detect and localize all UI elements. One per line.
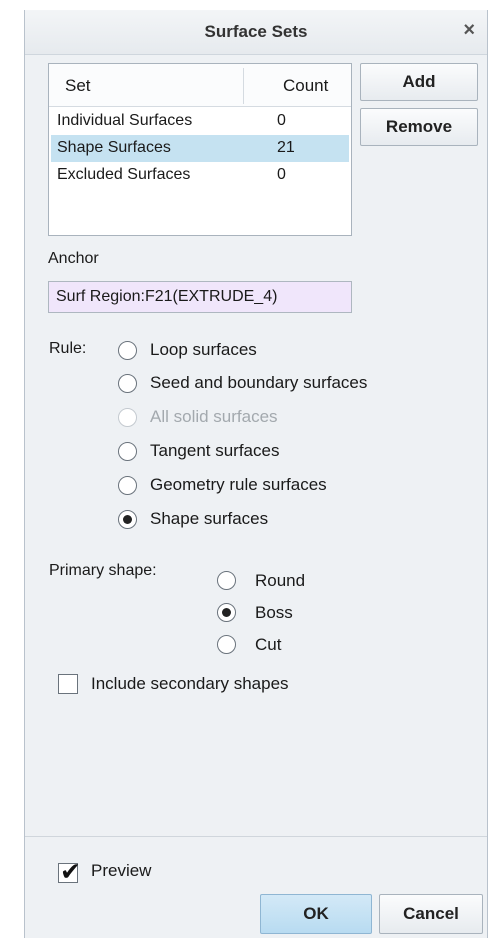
primary-shape-round-radio[interactable] [217,571,236,590]
primary-shape-round-label[interactable]: Round [255,571,305,591]
rule-tangent-label[interactable]: Tangent surfaces [150,441,279,461]
title-bar: Surface Sets × [25,10,487,55]
set-name: Individual Surfaces [57,112,193,129]
anchor-label: Anchor [48,250,99,267]
column-header-set[interactable]: Set [65,76,91,96]
rule-loop-surfaces-radio[interactable] [118,341,137,360]
cancel-button[interactable]: Cancel [379,894,483,934]
rule-all-solid-label: All solid surfaces [150,407,278,426]
primary-shape-boss-radio[interactable] [217,603,236,622]
ok-button[interactable]: OK [260,894,372,934]
preview-checkbox[interactable]: ✔ [58,858,81,886]
include-secondary-checkbox[interactable] [58,674,78,694]
rule-all-solid-radio [118,408,137,427]
anchor-field[interactable]: Surf Region:F21(EXTRUDE_4) [48,281,352,313]
set-name: Excluded Surfaces [57,166,191,183]
rule-geometry-rule-radio[interactable] [118,476,137,495]
set-count: 0 [277,166,286,183]
rule-shape-surfaces-label[interactable]: Shape surfaces [150,509,268,529]
rule-tangent-radio[interactable] [118,442,137,461]
column-divider[interactable] [243,68,244,104]
close-icon[interactable]: × [463,19,475,42]
footer-divider [25,836,487,837]
preview-label[interactable]: Preview [91,861,151,881]
primary-shape-cut-label[interactable]: Cut [255,635,281,655]
include-secondary-label[interactable]: Include secondary shapes [91,674,289,694]
add-button[interactable]: Add [360,63,478,101]
column-header-count[interactable]: Count [283,76,328,96]
set-count: 21 [277,139,295,156]
primary-shape-cut-radio[interactable] [217,635,236,654]
set-row-shape-surfaces[interactable]: Shape Surfaces 21 [51,135,349,162]
set-row-excluded-surfaces[interactable]: Excluded Surfaces 0 [51,162,349,189]
rule-seed-boundary-label[interactable]: Seed and boundary surfaces [150,373,367,393]
primary-shape-label: Primary shape: [49,562,157,579]
surface-sets-dialog: Surface Sets × Set Count Individual Surf… [24,10,488,938]
set-list-header: Set Count [49,64,351,107]
rule-geometry-rule-label[interactable]: Geometry rule surfaces [150,475,327,495]
check-icon: ✔ [60,858,81,886]
rule-loop-surfaces-label[interactable]: Loop surfaces [150,340,257,360]
primary-shape-boss-label[interactable]: Boss [255,603,293,623]
set-row-individual-surfaces[interactable]: Individual Surfaces 0 [51,108,349,135]
rule-shape-surfaces-radio[interactable] [118,510,137,529]
remove-button[interactable]: Remove [360,108,478,146]
rule-label: Rule: [49,340,87,357]
set-list[interactable]: Set Count Individual Surfaces 0 Shape Su… [48,63,352,236]
set-count: 0 [277,112,286,129]
dialog-title: Surface Sets [204,22,308,41]
set-name: Shape Surfaces [57,139,171,156]
rule-seed-boundary-radio[interactable] [118,374,137,393]
